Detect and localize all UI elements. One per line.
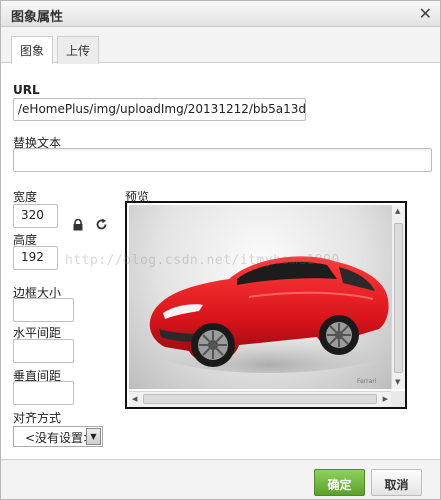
- dialog-footer: 确定 取消: [1, 459, 440, 499]
- horizontal-scroll-thumb[interactable]: [143, 394, 377, 404]
- car-image: Ferrari: [144, 256, 391, 385]
- border-input[interactable]: [13, 298, 74, 322]
- image-properties-dialog: 图象属性 ✕ 图象 上传 URL /eHomePlus/img/uploadIm…: [0, 0, 441, 500]
- preview-image: Ferrari: [129, 205, 391, 389]
- close-icon[interactable]: ✕: [419, 4, 432, 23]
- lock-icon[interactable]: [72, 219, 84, 231]
- tab-image[interactable]: 图象: [11, 36, 54, 64]
- hspace-input[interactable]: [13, 339, 74, 363]
- url-label: URL: [13, 83, 40, 97]
- height-input[interactable]: 192: [13, 246, 58, 270]
- width-label: 宽度: [13, 190, 38, 204]
- url-input[interactable]: /eHomePlus/img/uploadImg/20131212/bb5a13…: [13, 98, 306, 121]
- tab-strip: 图象 上传: [1, 27, 440, 64]
- scroll-right-icon[interactable]: ▶: [383, 396, 388, 403]
- cancel-button[interactable]: 取消: [371, 469, 422, 496]
- vertical-scroll-thumb[interactable]: [394, 223, 403, 373]
- tab-upload[interactable]: 上传: [57, 36, 100, 64]
- reset-size-icon[interactable]: [95, 218, 108, 231]
- align-label: 对齐方式: [13, 411, 62, 425]
- alt-text-input[interactable]: [13, 148, 432, 172]
- preview-pane: Ferrari ▲ ▼ ◀ ▶: [125, 201, 407, 409]
- align-select-value: <没有设置>: [25, 431, 94, 445]
- scroll-up-icon[interactable]: ▲: [395, 208, 400, 215]
- ok-button[interactable]: 确定: [314, 469, 365, 496]
- scroll-corner: [391, 391, 405, 407]
- dialog-title: 图象属性: [11, 10, 64, 25]
- vspace-input[interactable]: [13, 381, 74, 405]
- chevron-down-icon[interactable]: ▼: [86, 428, 101, 445]
- preview-vertical-scrollbar[interactable]: ▲ ▼: [391, 205, 405, 389]
- width-input[interactable]: 320: [13, 204, 58, 228]
- preview-horizontal-scrollbar[interactable]: ◀ ▶: [129, 391, 391, 407]
- align-select[interactable]: <没有设置> ▼: [13, 426, 103, 447]
- scroll-left-icon[interactable]: ◀: [132, 396, 137, 403]
- dialog-titlebar: 图象属性 ✕: [1, 1, 440, 27]
- scroll-down-icon[interactable]: ▼: [395, 379, 400, 386]
- car-image-caption: Ferrari: [357, 378, 377, 385]
